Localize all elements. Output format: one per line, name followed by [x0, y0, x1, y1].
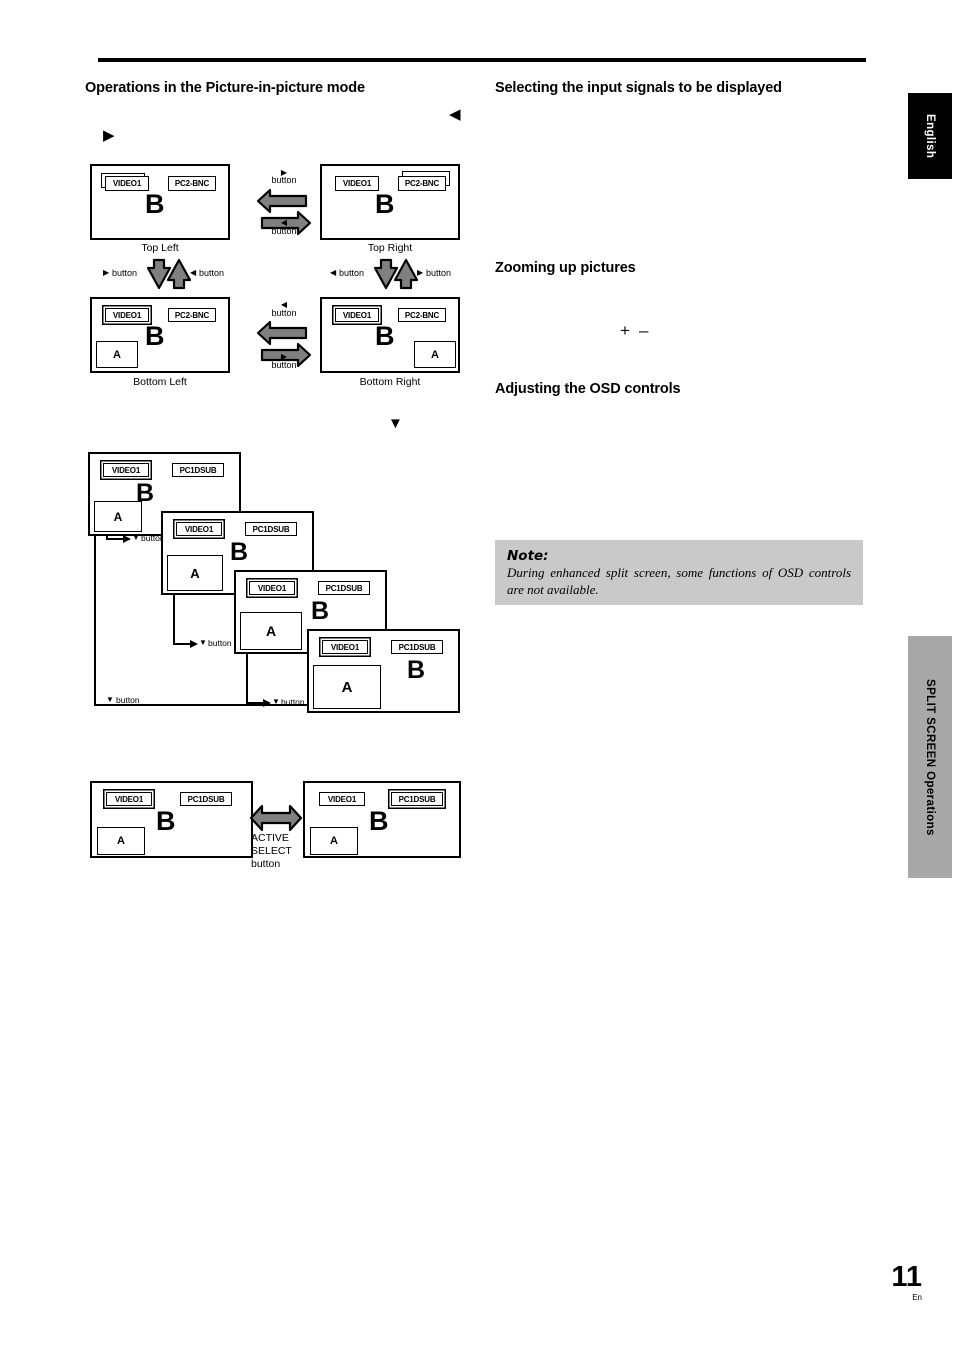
zoom-plusminus-row: +–	[620, 321, 657, 341]
connector-label-4: button	[116, 695, 140, 705]
screen-label-pc1dsub: PC1DSUB	[172, 463, 224, 477]
zoom-in-symbol: +	[620, 321, 639, 340]
arrow-label-button: button	[339, 268, 365, 278]
screen-main-letter: B	[375, 321, 395, 351]
screen-label-pc1dsub: PC1DSUB	[245, 522, 297, 536]
arrow-label-button: button	[199, 268, 225, 278]
screen-main-letter: B	[230, 538, 249, 566]
connector-line-v3	[246, 653, 248, 703]
active-select-screen-left: VIDEO1 PC1DSUB B A	[90, 781, 253, 858]
screen-sub-letter: A	[97, 827, 145, 855]
header-rule	[98, 58, 866, 62]
screen-label-video1: VIDEO1	[176, 522, 222, 536]
connector-arrowhead-2	[190, 640, 198, 648]
screen-top-right: VIDEO1 PC2-BNC B	[320, 164, 460, 240]
screen-main-letter: B	[311, 597, 330, 625]
screen-label-pc2bnc: PC2-BNC	[168, 308, 216, 322]
screen-caption-bottom-right: Bottom Right	[359, 376, 421, 388]
screen-label-video1: VIDEO1	[249, 581, 295, 595]
screen-label-pc1dsub: PC1DSUB	[318, 581, 370, 595]
side-tab-section: SPLIT SCREEN Operations	[908, 636, 952, 878]
screen-bottom-right: VIDEO1 PC2-BNC B A	[320, 297, 460, 373]
screen-label-video1: VIDEO1	[335, 308, 379, 322]
arrow-label-marker: ▶	[417, 268, 424, 277]
side-tab-section-label: SPLIT SCREEN Operations	[924, 678, 936, 836]
connector-line-v2	[173, 594, 175, 644]
screen-caption-top-right: Top Right	[367, 242, 413, 254]
screen-label-video1: VIDEO1	[322, 640, 368, 654]
screen-caption-bottom-left: Bottom Left	[133, 376, 187, 388]
side-tab-english: English	[908, 93, 952, 179]
vertical-swap-arrows-right	[373, 258, 419, 290]
note-title: Note:	[507, 548, 549, 564]
screen-sub-letter: A	[94, 501, 142, 532]
active-select-label-line1: ACTIVE	[251, 832, 289, 844]
screen-label-video1: VIDEO1	[335, 176, 379, 191]
arrow-label-button: button	[271, 175, 297, 185]
page-number: 11	[891, 1261, 922, 1293]
arrow-label-marker: ◀	[190, 268, 197, 277]
screen-main-letter: B	[375, 189, 395, 219]
active-select-label-line3: button	[251, 858, 281, 870]
screen-label-pc1dsub: PC1DSUB	[391, 640, 443, 654]
cascade-screen-4: VIDEO1 PC1DSUB B A	[307, 629, 460, 713]
screen-label-pc2bnc: PC2-BNC	[398, 308, 446, 322]
down-triangle-marker: ▼	[388, 415, 403, 432]
connector-marker-4: ▼	[106, 695, 114, 704]
heading-adjusting-osd-controls: Adjusting the OSD controls	[495, 381, 681, 397]
screen-main-letter: B	[145, 321, 165, 351]
page-lang-code: En	[912, 1293, 922, 1302]
arrow-label-button: button	[271, 226, 297, 236]
connector-label-3: button	[281, 697, 305, 707]
screen-main-letter: B	[156, 806, 176, 836]
active-select-double-arrow	[250, 805, 302, 831]
screen-top-left: VIDEO1 PC2-BNC B	[90, 164, 230, 240]
screen-label-pc1dsub: PC1DSUB	[180, 792, 232, 806]
screen-label-video1: VIDEO1	[319, 792, 365, 806]
screen-label-pc1dsub: PC1DSUB	[391, 792, 443, 806]
heading-select-input-signals: Selecting the input signals to be displa…	[495, 80, 782, 96]
right-triangle-marker: ▶	[103, 127, 115, 144]
screen-caption-top-left: Top Left	[141, 242, 179, 254]
screen-label-video1: VIDEO1	[103, 463, 149, 477]
screen-label-pc2bnc: PC2-BNC	[398, 176, 446, 191]
screen-main-letter: B	[369, 806, 389, 836]
arrow-label-button: button	[112, 268, 138, 278]
note-box: Note: During enhanced split screen, some…	[495, 540, 863, 605]
connector-marker-3: ▼	[272, 697, 280, 706]
arrow-label-button: button	[271, 308, 297, 318]
heading-zooming-up-pictures: Zooming up pictures	[495, 260, 636, 276]
screen-sub-letter: A	[240, 612, 302, 650]
screen-bottom-left: VIDEO1 PC2-BNC B A	[90, 297, 230, 373]
left-triangle-marker: ◀	[449, 106, 461, 123]
vertical-swap-arrows-left	[146, 258, 192, 290]
screen-sub-letter: A	[313, 665, 381, 709]
side-tab-english-label: English	[924, 113, 936, 159]
connector-arrowhead-3	[263, 699, 271, 707]
screen-label-video1: VIDEO1	[105, 308, 149, 322]
manual-page: Operations in the Picture-in-picture mod…	[0, 0, 954, 1351]
cascade-diagram: VIDEO1 PC1DSUB B A ▼ button VIDEO1 PC1DS…	[88, 452, 460, 720]
active-select-screen-right: VIDEO1 PC1DSUB B A	[303, 781, 461, 858]
connector-label-2: button	[208, 638, 232, 648]
screen-sub-letter: A	[414, 341, 456, 368]
page-title-left: Operations in the Picture-in-picture mod…	[85, 80, 365, 96]
screen-label-video1: VIDEO1	[106, 792, 152, 806]
screen-sub-letter: A	[310, 827, 358, 855]
screen-sub-letter: A	[167, 555, 223, 591]
note-body: During enhanced split screen, some funct…	[507, 565, 851, 597]
active-select-label-line2: SELECT	[251, 845, 292, 857]
arrow-label-button: button	[271, 360, 297, 370]
screen-sub-letter: A	[96, 341, 138, 368]
arrow-label-marker: ◀	[330, 268, 337, 277]
screen-main-letter: B	[145, 189, 165, 219]
page-number-block: 11 En	[891, 1263, 922, 1303]
arrow-label-button: button	[426, 268, 452, 278]
screen-main-letter: B	[407, 656, 426, 684]
arrow-label-marker: ▶	[103, 268, 110, 277]
connector-marker-2: ▼	[199, 638, 207, 647]
screen-label-pc2bnc: PC2-BNC	[168, 176, 216, 191]
zoom-out-symbol: –	[638, 321, 658, 340]
screen-label-video1: VIDEO1	[105, 176, 149, 191]
